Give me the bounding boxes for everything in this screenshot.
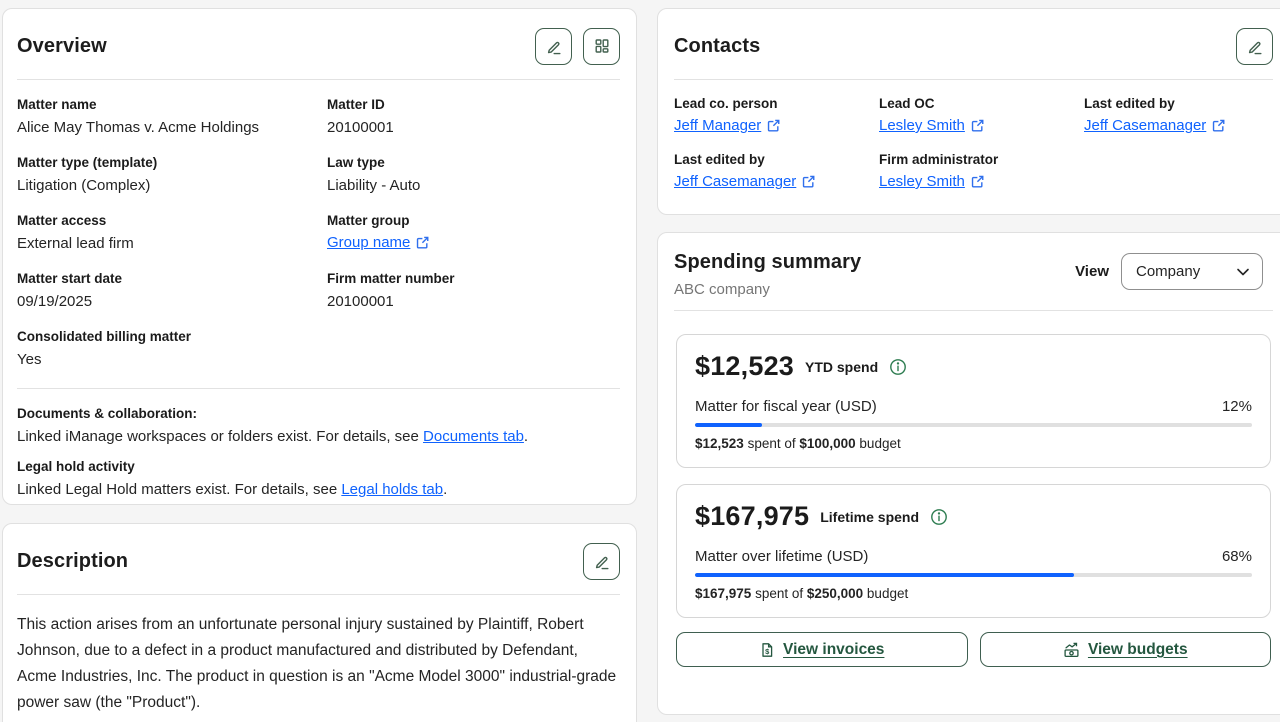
lifetime-meter-label: Matter over lifetime (USD) (695, 548, 868, 565)
lifetime-label: Lifetime spend (820, 509, 919, 525)
documents-collaboration-note: Documents & collaboration: Linked iManag… (17, 406, 620, 447)
description-edit-button[interactable] (583, 543, 620, 580)
description-title: Description (17, 550, 128, 573)
view-label: View (1075, 263, 1109, 280)
external-link-icon (970, 174, 985, 189)
right-column: Contacts Lead co. person Jeff Manager Le… (657, 8, 1280, 722)
overview-fields: Matter name Alice May Thomas v. Acme Hol… (17, 96, 620, 370)
invoice-document-icon (759, 642, 775, 658)
description-text: This action arises from an unfortunate p… (17, 612, 620, 716)
lifetime-spend-card: $167,975 Lifetime spend Matter over life… (676, 484, 1271, 618)
external-link-icon (1211, 118, 1226, 133)
lifetime-progress-track (695, 573, 1252, 577)
external-link-icon (970, 118, 985, 133)
spending-divider (674, 310, 1273, 311)
spending-header: Spending summary ABC company View Compan… (674, 251, 1273, 298)
pencil-icon (543, 36, 564, 57)
ytd-amount: $12,523 (695, 351, 794, 382)
view-select-value: Company (1136, 263, 1200, 280)
field-matter-group: Matter group Group name (327, 212, 620, 254)
view-invoices-button[interactable]: View invoices (676, 632, 968, 667)
contacts-grid: Lead co. person Jeff Manager Lead OC Les… (674, 95, 1273, 191)
spending-summary-card: Spending summary ABC company View Compan… (657, 232, 1280, 715)
ytd-meter-label: Matter for fiscal year (USD) (695, 398, 877, 415)
ytd-progress-fill (695, 423, 762, 427)
contacts-edit-button[interactable] (1236, 28, 1273, 65)
contacts-title: Contacts (674, 35, 760, 58)
field-matter-id: Matter ID 20100001 (327, 96, 620, 138)
field-matter-access: Matter access External lead firm (17, 212, 327, 254)
overview-title: Overview (17, 35, 107, 58)
overview-edit-button[interactable] (535, 28, 572, 65)
matter-group-link[interactable]: Group name (327, 234, 410, 251)
view-select[interactable]: Company (1121, 253, 1263, 290)
external-link-icon (415, 235, 430, 250)
spending-subtitle: ABC company (674, 281, 861, 298)
description-divider (17, 594, 620, 595)
contact-last-edited-by: Last edited by Jeff Casemanager (1084, 95, 1273, 135)
contacts-header: Contacts (674, 27, 1273, 65)
external-link-icon (801, 174, 816, 189)
contact-last-edited-by-2: Last edited by Jeff Casemanager (674, 151, 879, 191)
description-header: Description (17, 542, 620, 580)
overview-card: Overview Matter name Alice May Thomas v.… (2, 8, 637, 505)
documents-tab-link[interactable]: Documents tab (423, 428, 524, 445)
pencil-icon (1244, 36, 1265, 57)
contact-link[interactable]: Jeff Casemanager (1084, 117, 1206, 134)
lifetime-amount: $167,975 (695, 501, 809, 532)
contact-link[interactable]: Jeff Manager (674, 117, 761, 134)
contact-lead-co-person: Lead co. person Jeff Manager (674, 95, 879, 135)
description-card: Description This action arises from an u… (2, 523, 637, 722)
overview-layout-button[interactable] (583, 28, 620, 65)
lifetime-spent-line: $167,975 spent of $250,000 budget (695, 586, 1252, 601)
lifetime-progress-fill (695, 573, 1074, 577)
field-matter-name: Matter name Alice May Thomas v. Acme Hol… (17, 96, 327, 138)
contacts-card: Contacts Lead co. person Jeff Manager Le… (657, 8, 1280, 215)
field-firm-matter-number: Firm matter number 20100001 (327, 270, 620, 312)
left-column: Overview Matter name Alice May Thomas v.… (2, 8, 637, 722)
field-law-type: Law type Liability - Auto (327, 154, 620, 196)
ytd-spent-line: $12,523 spent of $100,000 budget (695, 436, 1252, 451)
external-link-icon (766, 118, 781, 133)
ytd-progress-track (695, 423, 1252, 427)
legal-holds-tab-link[interactable]: Legal holds tab (341, 481, 443, 498)
contact-lead-oc: Lead OC Lesley Smith (879, 95, 1084, 135)
overview-divider (17, 79, 620, 80)
contact-link[interactable]: Jeff Casemanager (674, 173, 796, 190)
lifetime-percent: 68% (1222, 548, 1252, 565)
info-icon[interactable] (889, 358, 907, 376)
field-matter-start-date: Matter start date 09/19/2025 (17, 270, 327, 312)
money-trend-icon (1063, 642, 1080, 658)
spending-title: Spending summary (674, 251, 861, 274)
ytd-percent: 12% (1222, 398, 1252, 415)
chevron-down-icon (1236, 265, 1250, 279)
contact-link[interactable]: Lesley Smith (879, 173, 965, 190)
ytd-spend-card: $12,523 YTD spend Matter for fiscal year… (676, 334, 1271, 468)
ytd-label: YTD spend (805, 359, 878, 375)
overview-divider-2 (17, 388, 620, 389)
field-matter-type: Matter type (template) Litigation (Compl… (17, 154, 327, 196)
contact-firm-administrator: Firm administrator Lesley Smith (879, 151, 1084, 191)
legal-hold-note: Legal hold activity Linked Legal Hold ma… (17, 459, 620, 500)
overview-header: Overview (17, 27, 620, 65)
pencil-icon (591, 551, 612, 572)
view-budgets-button[interactable]: View budgets (980, 632, 1272, 667)
contact-link[interactable]: Lesley Smith (879, 117, 965, 134)
field-consolidated-billing: Consolidated billing matter Yes (17, 328, 327, 370)
dashboard-grid-icon (591, 35, 613, 57)
info-icon[interactable] (930, 508, 948, 526)
contacts-divider (674, 79, 1273, 80)
